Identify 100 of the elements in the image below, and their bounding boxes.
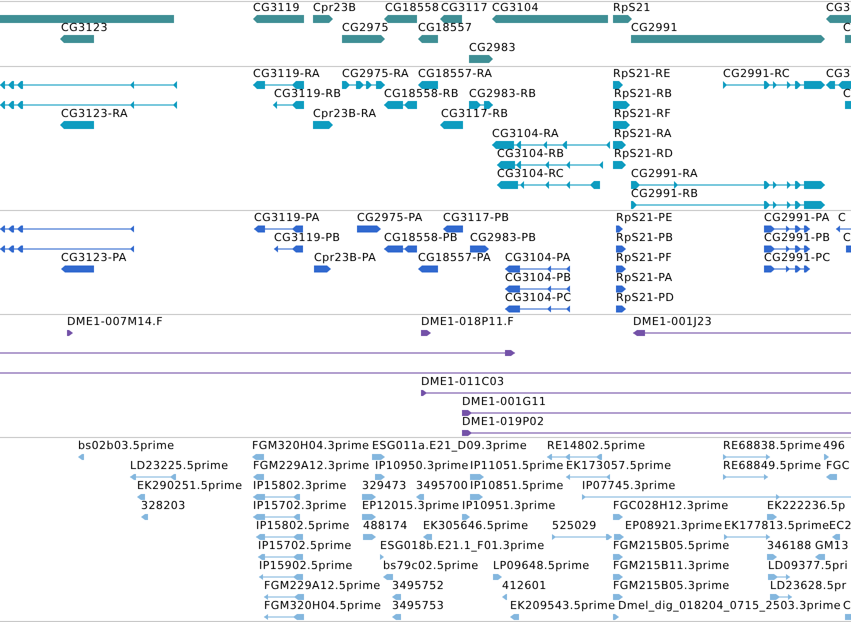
protein-label: CG18557-PA <box>418 252 492 264</box>
est-label: IP15902.5prime <box>259 560 353 572</box>
protein-label: CG3104-PB <box>505 272 572 284</box>
est-label: EK290251.5prime <box>137 480 242 492</box>
protein-label: CG2975-PA <box>357 212 423 224</box>
est-label: FGC <box>826 460 850 472</box>
gene-label: CG3123 <box>61 22 108 34</box>
protein-label: RpS21-PB <box>616 232 674 244</box>
est-label: EK305646.5prime <box>423 520 528 532</box>
transcript-label: CG3119-RB <box>274 88 342 100</box>
est-label: IP15702.3prime <box>253 500 347 512</box>
gene-label: CG3119 <box>253 2 300 14</box>
est-label: FGC028H12.3prime <box>613 500 729 512</box>
transcript-label: RpS21-RA <box>614 128 672 140</box>
est-label: 412601 <box>502 580 547 592</box>
gene-label: RpS21 <box>613 2 651 14</box>
est-label: 328203 <box>141 500 186 512</box>
est-label: Dmel_dig_018204_0715_2503.3prime <box>618 600 841 612</box>
transcript-label: CG3104-RC <box>497 168 564 180</box>
est-label: 496 <box>823 440 846 452</box>
est-label: ESG018b.E21.1_F01.3prime <box>380 540 545 552</box>
transcript-label: CG3119-RA <box>253 68 320 80</box>
gene-label: CG2975 <box>342 22 389 34</box>
transcript-label: RpS21-RD <box>614 148 674 160</box>
transcript-label: CG3117-RB <box>441 108 508 120</box>
gene-label: CG3104 <box>492 2 539 14</box>
protein-label: RpS21-PA <box>616 272 673 284</box>
gene-label: CG18557 <box>418 22 472 34</box>
protein-label: CG3104-PC <box>505 292 572 304</box>
clone-label: DME1-018P11.F <box>421 316 514 328</box>
transcript-label: CG3123-RA <box>61 108 128 120</box>
protein-label: RpS21-PE <box>616 212 673 224</box>
est-label: EK173057.5prime <box>566 460 672 472</box>
gene-label: CG2991 <box>631 22 678 34</box>
est-label: C <box>843 600 851 612</box>
est-label: FGM320H04.3prime <box>252 440 370 452</box>
est-label: ESG011a.E21_D09.3prime <box>372 440 528 452</box>
est-label: FGM229A12.3prime <box>253 460 370 472</box>
est-label: FGM215B05.3prime <box>613 580 730 592</box>
clone-label: DME1-001J23 <box>633 316 712 328</box>
est-label: EP08921.3prime <box>625 520 722 532</box>
est-label: LP09648.5prime <box>493 560 590 572</box>
est-label: GM13 <box>815 540 849 552</box>
clone-label: DME1-007M14.F <box>67 316 164 328</box>
transcript-label: CG2991-RB <box>631 188 698 200</box>
protein-label: RpS21-PD <box>616 292 674 304</box>
protein-label: CG3119-PA <box>254 212 320 224</box>
protein-label: CG2991-PA <box>764 212 830 224</box>
protein-label: CG18558-PB <box>384 232 458 244</box>
transcript-label: CG2991-RC <box>723 68 790 80</box>
protein-label: CG2991-PB <box>764 232 830 244</box>
est-label: IP10950.3prime <box>375 460 469 472</box>
transcript-label: CG18557-RA <box>418 68 492 80</box>
transcript-label: CG2991-RA <box>631 168 698 180</box>
est-label: 3495753 <box>392 600 444 612</box>
transcript-label: C <box>843 88 851 100</box>
clone-label: DME1-019P02 <box>462 416 544 428</box>
gene-label: CG3117 <box>441 2 488 14</box>
protein-label: CG2983-PB <box>470 232 536 244</box>
est-label: 346188 <box>767 540 812 552</box>
protein-label: CG3119-PB <box>274 232 340 244</box>
transcript-label: CG2983-RB <box>469 88 536 100</box>
transcript-label: CG3104-RA <box>492 128 559 140</box>
est-label: FGM215B11.3prime <box>613 560 730 572</box>
est-label: IP15702.5prime <box>258 540 352 552</box>
gene-label: CG18558 <box>385 2 440 14</box>
transcript-label: CG3104-RB <box>497 148 564 160</box>
est-label: 3495700 <box>416 480 468 492</box>
transcript-label: RpS21-RB <box>614 88 672 100</box>
est-label: bs79c02.5prime <box>383 560 479 572</box>
est-label: bs02b03.5prime <box>78 440 175 452</box>
est-label: 525029 <box>552 520 597 532</box>
protein-label: CG3117-PB <box>443 212 510 224</box>
protein-label: C <box>843 232 851 244</box>
est-label: LD09377.5pri <box>768 560 848 572</box>
est-label: 488174 <box>363 520 408 532</box>
transcript-label: Cpr23B-RA <box>313 108 376 120</box>
est-label: IP10851.5prime <box>470 480 564 492</box>
protein-label: CG2991-PC <box>764 252 831 264</box>
clone-label: DME1-011C03 <box>421 376 505 388</box>
protein-label: RpS21-PF <box>616 252 672 264</box>
est-label: 3495752 <box>392 580 444 592</box>
est-label: EC2 <box>829 520 851 532</box>
est-label: 329473 <box>362 480 407 492</box>
est-label: RE68838.5prime <box>723 440 822 452</box>
transcript-label: RpS21-RF <box>614 108 672 120</box>
protein-label: C <box>838 212 846 224</box>
est-label: IP15802.5prime <box>256 520 350 532</box>
protein-label: Cpr23B-PA <box>314 252 376 264</box>
est-label: FGM229A12.5prime <box>264 580 381 592</box>
gene-label: CG2983 <box>469 42 516 54</box>
est-label: EP12015.3prime <box>362 500 460 512</box>
est-label: IP10951.3prime <box>462 500 556 512</box>
transcript-label: CG3 <box>826 68 851 80</box>
est-label: IP07745.3prime <box>582 480 676 492</box>
protein-label: CG3123-PA <box>61 252 127 264</box>
est-label: FGM215B05.5prime <box>613 540 730 552</box>
est-label: IP11051.5prime <box>470 460 564 472</box>
est-label: EK222236.5p <box>767 500 846 512</box>
gene-label: Cpr23B <box>313 2 356 14</box>
